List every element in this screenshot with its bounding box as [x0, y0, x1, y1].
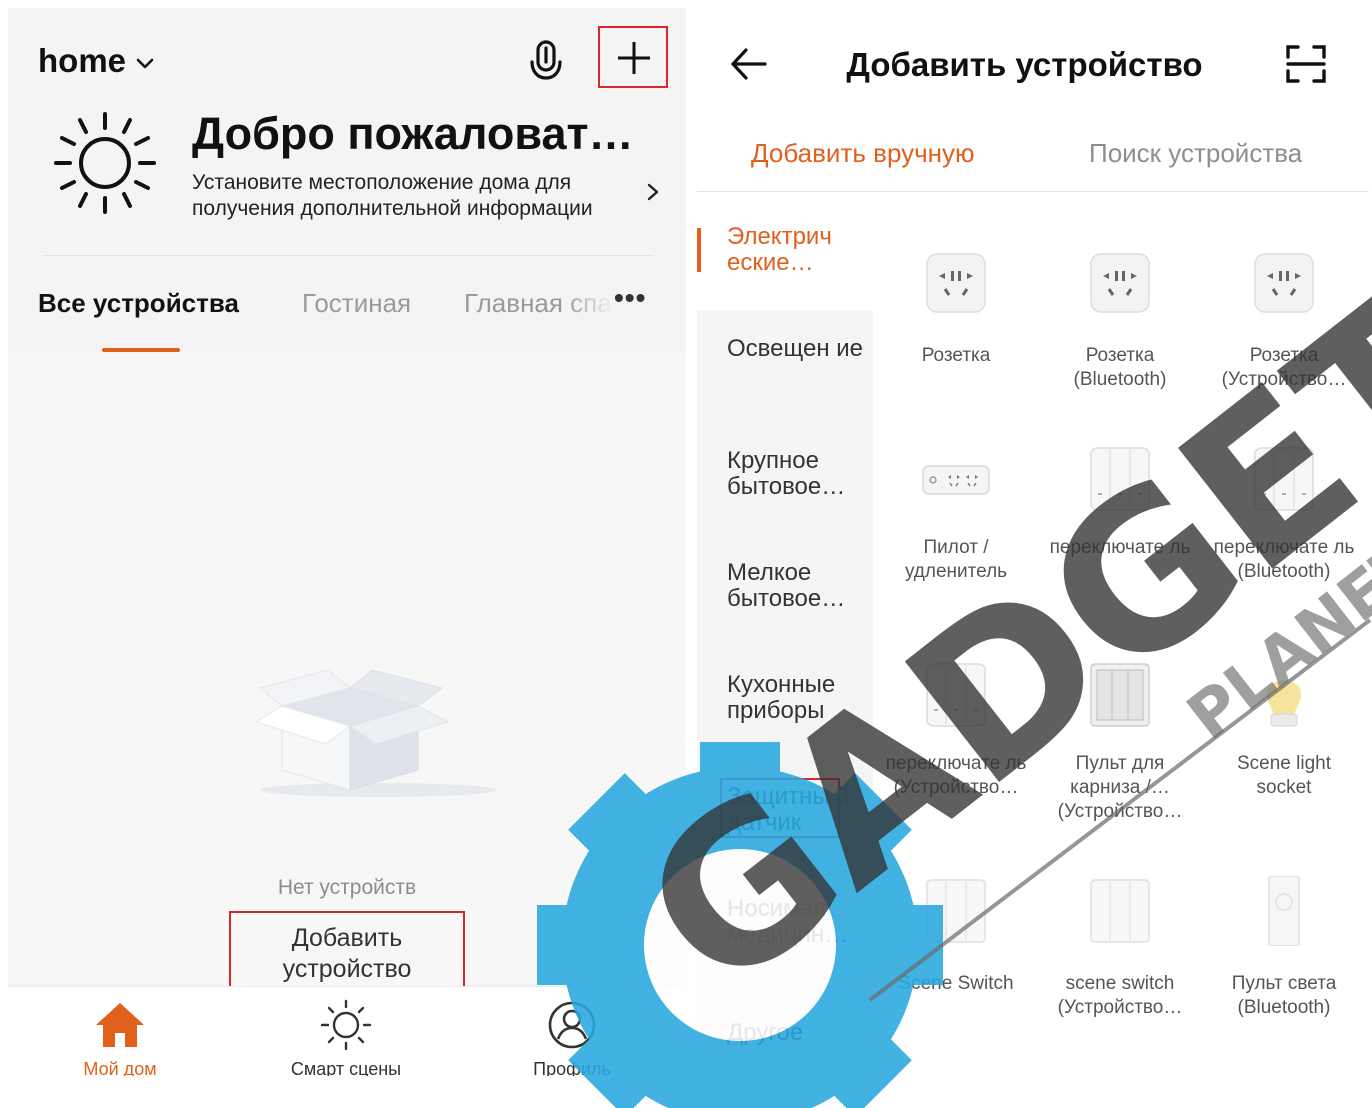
power-strip-icon — [922, 465, 990, 495]
home-icon — [96, 1003, 144, 1047]
plus-icon — [618, 42, 650, 74]
scan-icon[interactable] — [1285, 44, 1327, 84]
device-label: переключате ль (Устройство… — [885, 753, 1027, 798]
device-label: переключате ль — [1049, 537, 1191, 558]
room-tab-living-room[interactable]: Гостиная — [302, 288, 411, 319]
chevron-right-icon[interactable] — [644, 181, 662, 203]
light-bulb-icon — [1267, 680, 1301, 727]
device-label: Пилот / удленитель — [904, 537, 1008, 582]
device-label: Розетка (Bluetooth) — [1073, 345, 1167, 390]
curtain-switch-icon — [1090, 663, 1150, 727]
microphone-icon[interactable] — [526, 38, 566, 86]
category-wearable-health[interactable]: Носимая медицин… — [727, 896, 867, 948]
wall-switch-icon — [926, 663, 986, 727]
device-label: Пульт света (Bluetooth) — [1231, 973, 1337, 1018]
nav-label: Профиль — [533, 1059, 611, 1076]
welcome-title: Добро пожаловат… — [192, 108, 634, 159]
more-rooms-icon[interactable]: ••• — [614, 282, 646, 314]
wall-switch-icon — [926, 879, 986, 943]
divider — [42, 255, 654, 256]
nav-label: Смарт сцены — [290, 1059, 402, 1076]
nav-my-home[interactable]: Мой дом — [50, 987, 190, 1076]
profile-icon — [548, 1001, 596, 1049]
device-label: Пульт для карниза /… (Устройство… — [1057, 753, 1183, 822]
device-label: Scene light socket — [1236, 753, 1331, 798]
bottom-navigation: Мой дом Смарт сцены Профиль — [8, 986, 686, 1076]
divider — [697, 191, 1369, 192]
sun-icon — [320, 999, 372, 1051]
category-other[interactable]: Другое — [727, 1020, 867, 1046]
wall-switch-icon — [1254, 447, 1314, 511]
socket-icon — [1090, 253, 1150, 313]
add-device-button[interactable]: Добавить устройство — [229, 911, 465, 993]
socket-icon — [926, 253, 986, 313]
category-small-appliances[interactable]: Мелкое бытовое… — [727, 560, 867, 612]
add-device-screen: Добавить устройство Добавить вручную Пои… — [697, 8, 1372, 1076]
category-lighting[interactable]: Освещен ие — [727, 336, 867, 362]
add-device-plus-button[interactable] — [598, 26, 668, 88]
device-label: Розетка (Устройство… — [1221, 345, 1347, 390]
active-tab-indicator — [102, 348, 180, 352]
home-selector-label[interactable]: home — [38, 42, 126, 80]
socket-icon — [1254, 253, 1314, 313]
wall-switch-icon — [1090, 879, 1150, 943]
chevron-down-icon[interactable] — [134, 52, 156, 74]
weather-sun-icon — [54, 112, 156, 214]
tab-add-manually[interactable]: Добавить вручную — [751, 138, 975, 169]
wall-switch-icon — [1090, 447, 1150, 511]
category-electrical[interactable]: Электрич еские… — [727, 224, 867, 276]
category-large-appliances[interactable]: Крупное бытовое… — [727, 448, 867, 500]
category-kitchen[interactable]: Кухонные приборы — [727, 672, 867, 724]
empty-box-icon — [254, 669, 496, 797]
highlight-box — [720, 778, 840, 838]
device-label: scene switch (Устройство… — [1057, 973, 1183, 1018]
device-label: Розетка — [921, 345, 991, 366]
set-location-prompt[interactable]: Установите местоположение дома для получ… — [192, 170, 652, 222]
device-label: Scene Switch — [898, 973, 1014, 994]
nav-label: Мой дом — [83, 1059, 157, 1076]
page-title: Добавить устройство — [846, 46, 1203, 83]
tab-fade-overlay — [564, 286, 614, 322]
nav-profile[interactable]: Профиль — [502, 987, 642, 1076]
active-category-indicator — [697, 228, 701, 272]
home-screen: home Добро пожаловат… Установите местопо… — [8, 8, 686, 1076]
tab-search-devices[interactable]: Поиск устройства — [1089, 138, 1302, 169]
remote-control-icon — [1268, 876, 1300, 946]
nav-smart-scenes[interactable]: Смарт сцены — [276, 987, 416, 1076]
empty-state-text: Нет устройств — [277, 876, 417, 899]
device-label: переключате ль (Bluetooth) — [1213, 537, 1355, 582]
room-tab-all-devices[interactable]: Все устройства — [38, 288, 239, 319]
